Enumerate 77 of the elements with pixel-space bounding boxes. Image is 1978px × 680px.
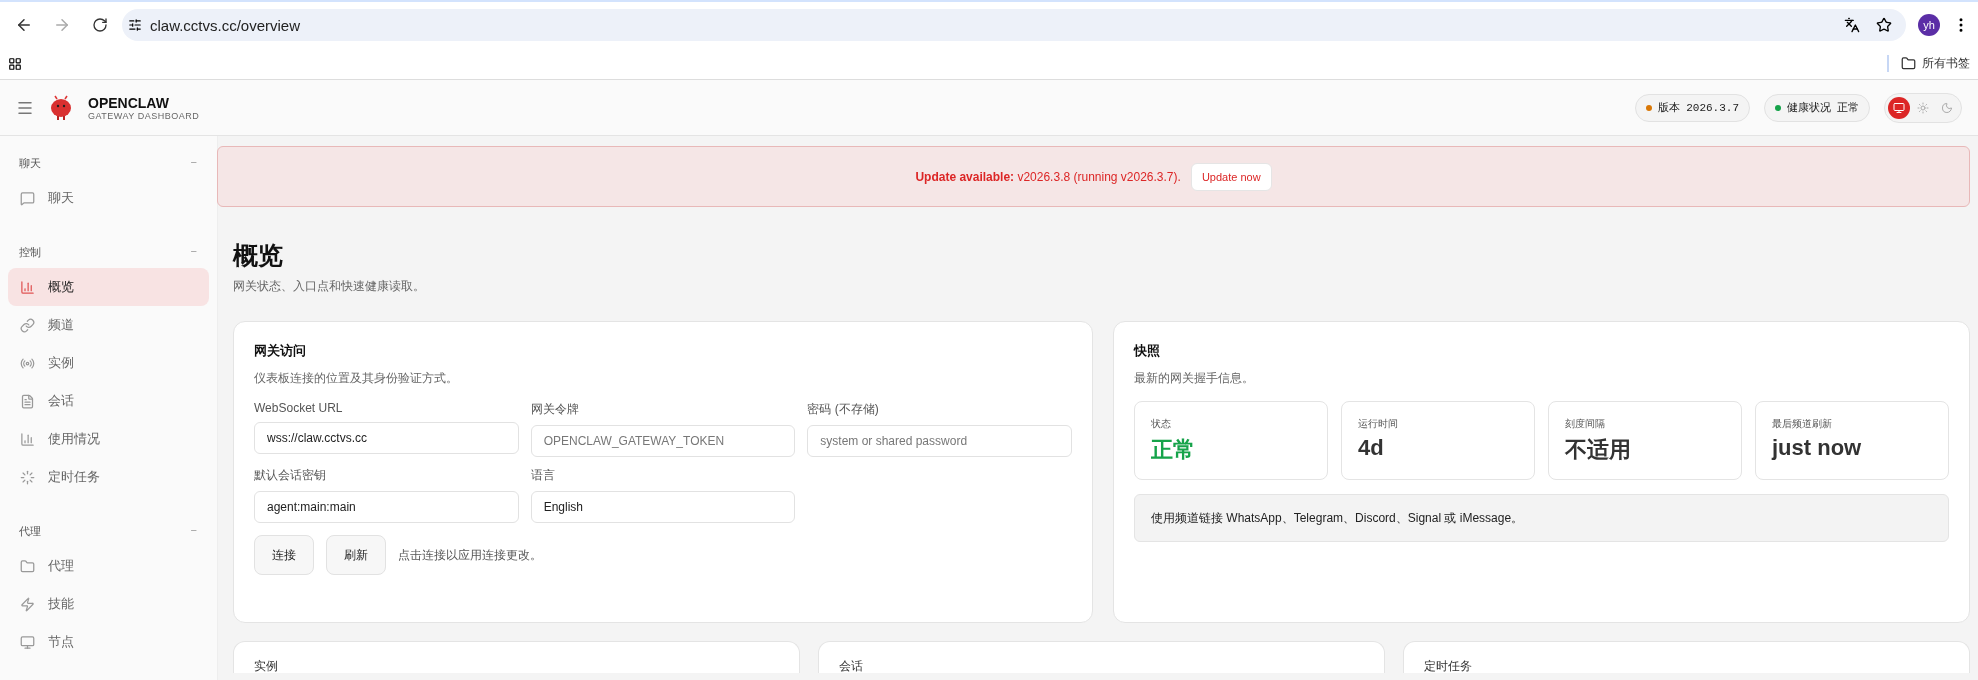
nav-item[interactable]: 定时任务: [8, 458, 209, 496]
hint-text: 点击连接以应用连接更改。: [398, 546, 542, 564]
nav-icon: [20, 596, 35, 612]
forward-arrow-icon: [53, 16, 71, 34]
nav-item[interactable]: 使用情况: [8, 420, 209, 458]
pill-label: 健康状况: [1787, 100, 1831, 115]
input-field[interactable]: agent:main:main: [254, 491, 519, 523]
page-subtitle: 网关状态、入口点和快速健康读取。: [233, 278, 426, 295]
apps-icon[interactable]: [8, 56, 22, 71]
page-title: 概览: [233, 240, 284, 271]
nav-icon: [20, 558, 35, 574]
nav-item[interactable]: 频道: [8, 306, 209, 344]
url-text: claw.cctvs.cc/overview: [150, 16, 302, 34]
nav-icon: [20, 190, 35, 206]
card-title: 定时任务: [1424, 659, 1472, 673]
translate-icon[interactable]: [1844, 17, 1860, 33]
nav-item[interactable]: 实例: [8, 344, 209, 382]
pill-label: 版本: [1658, 100, 1681, 115]
sun-icon: [1917, 101, 1929, 114]
moon-icon: [1941, 101, 1953, 114]
stat-label: 状态: [1151, 417, 1172, 431]
nav-group-title: 聊天: [19, 156, 41, 171]
brand-name: OPENCLAW: [88, 94, 170, 111]
address-bar[interactable]: claw.cctvs.cc/overview: [122, 9, 1906, 41]
pill-value: 正常: [1837, 100, 1859, 115]
nav-icon: [20, 279, 35, 295]
input-field[interactable]: OPENCLAW_GATEWAY_TOKEN: [530, 425, 796, 457]
action-button[interactable]: 刷新: [326, 535, 386, 575]
field-label: 密码 (不存储): [807, 401, 880, 418]
card-title: 会话: [839, 659, 863, 673]
update-button[interactable]: Update now: [1190, 162, 1272, 191]
nav-item[interactable]: 会话: [8, 382, 209, 420]
brand-subtitle: GATEWAY DASHBOARD: [88, 110, 200, 121]
nav-group-title: 控制: [19, 245, 41, 260]
channel-note: 使用频道链接 WhatsApp、Telegram、Discord、Signal 或 iMessage。: [1134, 494, 1949, 542]
monitor-icon: [1893, 101, 1905, 114]
field-label: WebSocket URL: [254, 401, 344, 415]
mascot-logo-icon: [48, 94, 74, 121]
stat-value: 正常: [1151, 436, 1196, 464]
field-label: 语言: [530, 467, 556, 484]
stat-label: 最后频道刷新: [1772, 417, 1833, 431]
nav-icon: [20, 431, 35, 447]
pill-value: 2026.3.7: [1686, 101, 1739, 114]
stat-value: just now: [1772, 435, 1863, 461]
stat-value: 不适用: [1565, 436, 1632, 464]
nav-icon: [20, 393, 35, 409]
stat-label: 刻度间隔: [1565, 417, 1606, 431]
bookmark-star-icon[interactable]: [1876, 17, 1892, 33]
action-button[interactable]: 连接: [254, 535, 314, 575]
stat-label: 运行时间: [1358, 417, 1399, 431]
card-title: 网关访问: [254, 342, 307, 360]
field-label: 默认会话密钥: [254, 467, 327, 484]
nav-group-title: 代理: [19, 524, 41, 539]
card-title: 快照: [1134, 342, 1161, 360]
nav-icon: [20, 469, 35, 485]
nav-item[interactable]: 技能: [8, 585, 209, 623]
nav-item[interactable]: 概览: [8, 268, 209, 306]
stat-value: 4d: [1358, 435, 1385, 461]
nav-item[interactable]: 节点: [8, 623, 209, 661]
field-label: 网关令牌: [530, 401, 580, 418]
nav-item[interactable]: 聊天: [8, 179, 209, 217]
reload-icon: [92, 17, 108, 33]
nav-icon: [20, 634, 35, 650]
nav-icon: [20, 317, 35, 333]
card-title: 实例: [254, 659, 278, 673]
bookmarks-folder[interactable]: 所有书签: [1922, 55, 1970, 72]
theme-button[interactable]: [1888, 96, 1910, 119]
nav-item[interactable]: 代理: [8, 547, 209, 585]
card-subtitle: 最新的网关握手信息。: [1134, 370, 1255, 387]
update-message: Update available: v2026.3.8 (running v2026.3.7).: [915, 169, 1181, 184]
card-subtitle: 仪表板连接的位置及其身份验证方式。: [254, 370, 459, 387]
input-field[interactable]: wss://claw.cctvs.cc: [254, 422, 519, 454]
input-field[interactable]: English: [530, 491, 796, 523]
input-field[interactable]: system or shared password: [807, 425, 1072, 457]
folder-icon[interactable]: [1901, 56, 1916, 71]
site-settings-icon[interactable]: [128, 18, 142, 32]
profile-avatar[interactable]: yh: [1918, 14, 1940, 36]
